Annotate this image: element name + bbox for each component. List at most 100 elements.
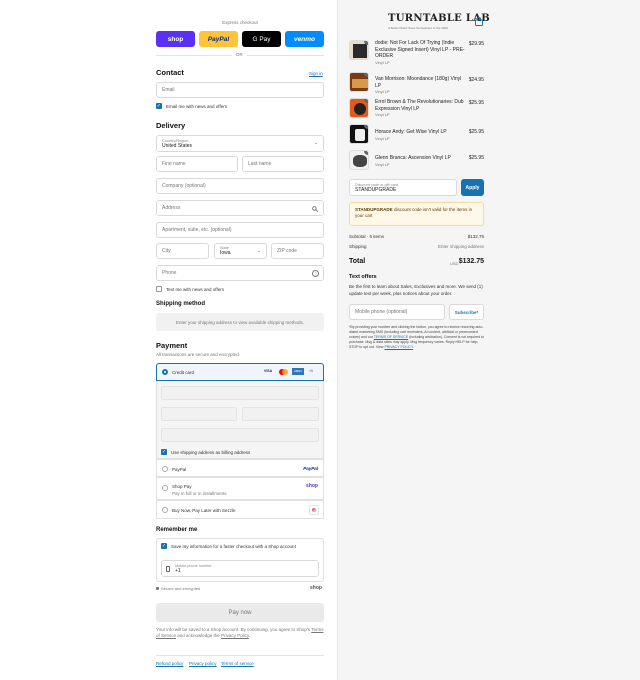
product-price: $25.95	[468, 129, 484, 135]
total-label: Total	[349, 258, 366, 265]
country-value: United States	[162, 142, 193, 149]
shoppay-option[interactable]: Shop Pay Pay in full or in installments …	[156, 477, 324, 500]
paypal-button[interactable]: PayPal	[199, 31, 238, 47]
apartment-field[interactable]: Apartment, suite, etc. (optional)	[156, 222, 324, 238]
privacy-policy-footer-link[interactable]: Privacy policy	[189, 661, 217, 666]
last-name-field[interactable]: Last name	[242, 156, 324, 172]
product-title: Glenn Branca: Ascension Vinyl LP Vinyl LP	[375, 155, 465, 168]
email-news-checkbox[interactable]: ✓	[156, 103, 162, 109]
credit-card-option[interactable]: Credit card VISA AMEX +5	[156, 363, 324, 381]
or-label: OR	[232, 52, 247, 57]
discount-code-field[interactable]: Discount code or gift card STANDUPGRADE	[349, 179, 457, 196]
email-field[interactable]: Email	[156, 82, 324, 98]
venmo-button[interactable]: venmo	[285, 31, 324, 47]
shop-pay-button[interactable]: shop	[156, 31, 195, 47]
card-name-field[interactable]	[161, 428, 319, 442]
product-title: Errol Brown & The Revolutionaries: Dub E…	[375, 99, 465, 119]
discount-error-code: STANDUPGRADE	[355, 207, 393, 212]
terms-of-service-footer-link[interactable]: Terms of service	[221, 661, 254, 666]
refund-policy-link[interactable]: Refund policy	[156, 661, 183, 666]
product-name: dodie: Not For Lack Of Trying (Indie Exc…	[375, 40, 465, 59]
card-number-field[interactable]	[161, 386, 319, 400]
terms-end: .	[248, 633, 251, 638]
product-name: Horace Andy: Get Wise Vinyl LP	[375, 129, 447, 135]
terms-intro: Your info will be saved to a Shop accoun…	[156, 627, 311, 632]
chevron-down-icon: ⌄	[313, 140, 318, 146]
save-info-label: Save my information for a faster checkou…	[171, 544, 296, 549]
product-thumbnail: 1	[349, 72, 369, 92]
last-name-placeholder: Last name	[248, 161, 272, 167]
contact-heading: Contact	[156, 68, 184, 77]
apply-button[interactable]: Apply	[461, 179, 484, 196]
sms-legal-text: *By providing your number and clicking t…	[349, 325, 484, 350]
product-price: $29.95	[468, 41, 484, 47]
product-name: Errol Brown & The Revolutionaries: Dub E…	[375, 99, 464, 112]
shipping-heading: Shipping method	[156, 301, 205, 307]
sms-privacy-link[interactable]: PRIVACY POLICY	[384, 345, 412, 349]
phone-field[interactable]: Phone ?	[156, 265, 324, 281]
address-field[interactable]: Address	[156, 200, 324, 216]
paypal-label: PayPal	[172, 467, 187, 472]
credit-card-radio[interactable]	[162, 369, 168, 375]
sign-in-link[interactable]: Sign in	[309, 71, 323, 76]
first-name-placeholder: First name	[162, 161, 186, 167]
checkout-form-panel: Express checkout shop PayPal G Pay venmo…	[0, 0, 337, 680]
sezzle-radio[interactable]	[162, 507, 168, 513]
paypal-option[interactable]: PayPal PayPal	[156, 459, 324, 477]
sezzle-icon	[309, 505, 319, 515]
pay-now-button[interactable]: Pay now	[156, 603, 324, 622]
product-title: Van Morrison: Moondance (180g) Vinyl LP V…	[375, 76, 465, 96]
text-offers-heading: Text offers	[349, 274, 377, 280]
city-placeholder: City	[162, 248, 171, 254]
billing-address-checkbox[interactable]: ✓	[161, 449, 167, 455]
zip-field[interactable]: ZIP code	[271, 243, 324, 259]
card-cvv-field[interactable]	[242, 407, 319, 421]
mobile-phone-field[interactable]: Mobile phone number +1	[161, 560, 319, 577]
payment-subtitle: All transactions are secure and encrypte…	[156, 352, 241, 357]
discount-error-banner: STANDUPGRADE discount code isn't valid f…	[349, 202, 484, 226]
save-info-checkbox[interactable]: ✓	[161, 543, 167, 549]
footer-divider	[156, 655, 324, 656]
product-variant: Vinyl LP	[375, 112, 390, 117]
first-name-field[interactable]: First name	[156, 156, 238, 172]
text-news-checkbox[interactable]	[156, 286, 162, 292]
product-title: dodie: Not For Lack Of Trying (Indie Exc…	[375, 40, 465, 66]
mobile-optional-field[interactable]: Mobile phone (optional)	[349, 304, 445, 320]
sezzle-option[interactable]: Buy Now, Pay Later with Sezzle	[156, 500, 324, 519]
card-expiry-field[interactable]	[161, 407, 237, 421]
company-field[interactable]: Company (optional)	[156, 178, 324, 194]
shipping-message: Enter your shipping address to view avai…	[156, 313, 324, 331]
sms-legal-end: .	[412, 345, 414, 349]
help-icon[interactable]: ?	[312, 270, 319, 277]
sms-terms-link[interactable]: TERMS OF SERVICE	[374, 335, 408, 339]
country-select[interactable]: Country/Region United States ⌄	[156, 135, 324, 152]
city-field[interactable]: City	[156, 243, 209, 259]
product-title: Horace Andy: Get Wise Vinyl LP Vinyl LP	[375, 129, 465, 142]
remember-heading: Remember me	[156, 527, 198, 533]
privacy-policy-link[interactable]: Privacy Policy	[221, 633, 249, 638]
subtotal-label: Subtotal · 5 items	[349, 234, 385, 239]
phone-placeholder: Phone	[162, 270, 177, 276]
google-pay-button[interactable]: G Pay	[242, 31, 281, 47]
product-variant: Vinyl LP	[375, 135, 390, 141]
state-select[interactable]: State Iowa ⌄	[214, 243, 267, 259]
product-price: $25.95	[468, 155, 484, 161]
secure-label: Secure and encrypted	[161, 586, 201, 591]
shoppay-radio[interactable]	[162, 485, 168, 491]
paypal-radio[interactable]	[162, 466, 168, 472]
shoppay-sublabel: Pay in full or in installments	[172, 491, 227, 496]
qty-badge: 1	[364, 99, 368, 103]
shoppay-label: Shop Pay	[172, 484, 192, 489]
email-news-label: Email me with news and offers	[166, 104, 227, 109]
more-cards-badge: +5	[309, 369, 313, 373]
qty-badge: 1	[364, 151, 368, 155]
sezzle-label: Buy Now, Pay Later with Sezzle	[172, 508, 236, 513]
secure-note: Secure and encrypted	[156, 586, 200, 591]
product-variant: Vinyl LP	[375, 89, 390, 94]
subscribe-button[interactable]: Subscribe*	[449, 304, 484, 320]
shopping-bag-icon[interactable]	[475, 17, 483, 26]
company-placeholder: Company (optional)	[162, 183, 206, 189]
product-price: $25.95	[468, 100, 484, 106]
subtotal-value: $132.75	[467, 234, 484, 239]
shipping-value: Enter shipping address	[437, 244, 484, 249]
